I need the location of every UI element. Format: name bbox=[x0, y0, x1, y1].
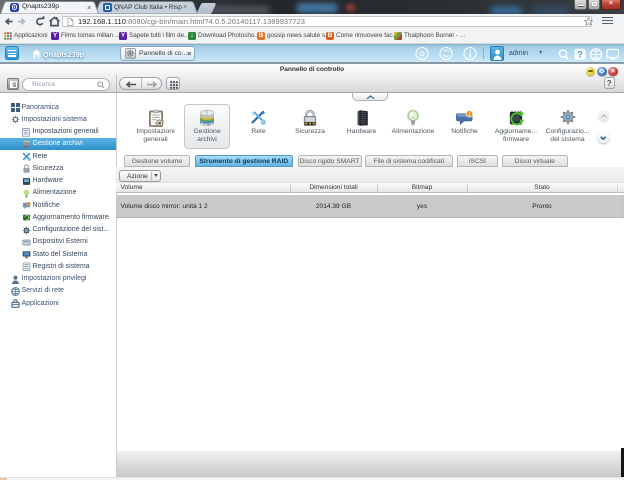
svg-text:?: ? bbox=[577, 49, 583, 59]
